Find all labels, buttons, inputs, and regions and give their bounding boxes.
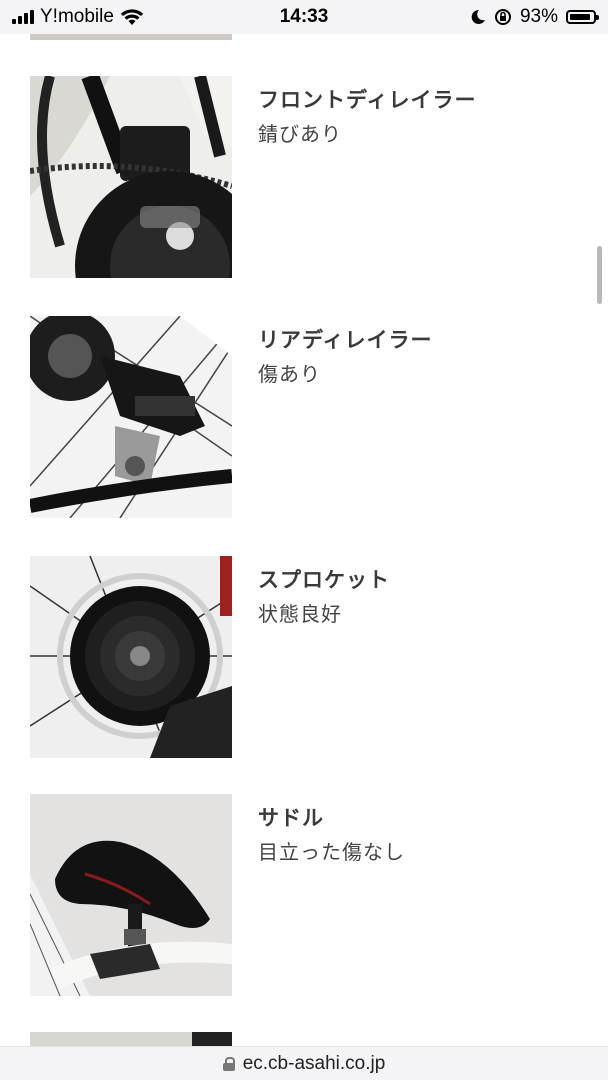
list-item: スプロケット 状態良好	[0, 556, 608, 758]
previous-item-image-edge	[30, 34, 232, 40]
url-text[interactable]: ec.cb-asahi.co.jp	[243, 1053, 386, 1075]
battery-icon	[566, 10, 599, 24]
part-status: 状態良好	[258, 602, 342, 626]
rotation-lock-icon	[494, 9, 511, 25]
status-bar: Y!mobile 14:33 93%	[0, 0, 608, 34]
next-item-image-edge	[30, 1032, 232, 1046]
scrollbar[interactable]	[597, 246, 602, 304]
lock-icon	[222, 1056, 235, 1071]
status-right: 93%	[470, 5, 599, 29]
rear-derailleur-photo	[30, 316, 232, 518]
list-item: サドル 目立った傷なし	[0, 794, 608, 996]
part-status: 傷あり	[258, 362, 321, 386]
part-title: サドル	[258, 806, 324, 830]
part-title: リアディレイラー	[258, 328, 433, 352]
saddle-photo	[30, 794, 232, 996]
part-status: 目立った傷なし	[258, 840, 405, 864]
page-content[interactable]: フロントディレイラー 錆びあり リアディレイラー 傷あり スプロケット 状態良好…	[0, 34, 608, 1046]
moon-icon	[471, 9, 485, 24]
part-status: 錆びあり	[258, 122, 342, 146]
url-bar[interactable]: ec.cb-asahi.co.jp	[0, 1046, 608, 1080]
part-title: フロントディレイラー	[258, 88, 477, 112]
list-item: フロントディレイラー 錆びあり	[0, 76, 608, 278]
part-title: スプロケット	[258, 568, 390, 592]
front-derailleur-photo	[30, 76, 232, 278]
battery-percent: 93%	[519, 6, 558, 27]
battery-fill	[570, 14, 590, 20]
sprocket-photo	[30, 556, 232, 758]
list-item: リアディレイラー 傷あり	[0, 316, 608, 518]
